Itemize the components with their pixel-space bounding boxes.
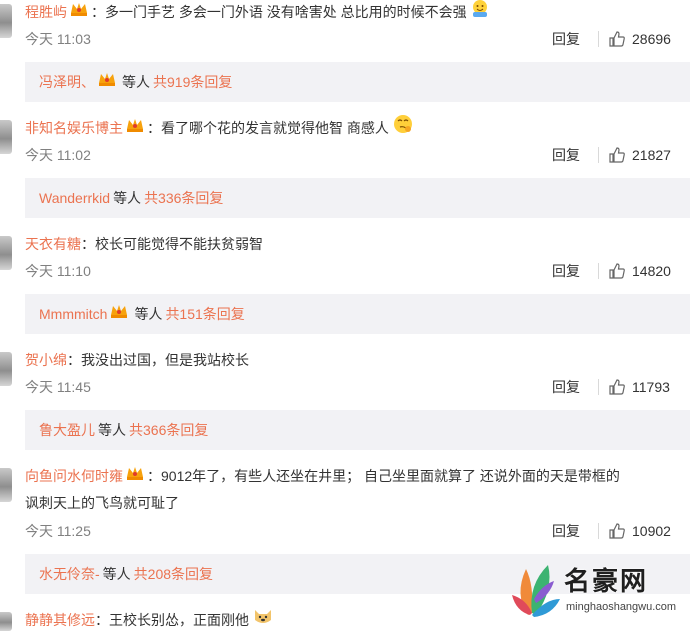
divider <box>598 379 599 395</box>
reply-username[interactable]: Wanderrkid <box>39 190 110 206</box>
hug-emoji-icon <box>470 0 490 25</box>
comment-time: 今天 11:10 <box>25 263 91 279</box>
thinking-emoji-icon <box>392 113 414 142</box>
reply-thread[interactable]: Mmmmitch 等人 共151条回复 <box>25 294 690 334</box>
comment-username[interactable]: 天衣有糖 <box>25 236 81 252</box>
vip-badge-icon <box>97 62 117 102</box>
divider <box>598 31 599 47</box>
vip-badge-icon <box>109 294 129 334</box>
comment-line: 程胜屿 ：多一门手艺 多会一门外语 没有啥害处 总比用的时候不会强 <box>25 0 490 24</box>
comment-username[interactable]: 贺小绵 <box>25 352 67 368</box>
comment-username[interactable]: 非知名娱乐博主 <box>25 120 123 136</box>
like-count: 28696 <box>632 31 671 47</box>
comment-text-line2: 讽刺天上的飞鸟就可耻了 <box>25 495 179 511</box>
reply-count-link[interactable]: 共151条回复 <box>165 306 244 322</box>
watermark-name: 名豪网 <box>564 566 649 596</box>
reply-button[interactable]: 回复 <box>552 520 580 542</box>
reply-count-link[interactable]: 共336条回复 <box>144 190 223 206</box>
divider <box>598 147 599 163</box>
like-button[interactable]: 21827 <box>608 144 671 166</box>
reply-etc: 等人 <box>102 566 131 582</box>
watermark-url: minghaoshangwu.com <box>566 601 677 613</box>
comment-text: ：看了哪个花的发言就觉得他智 商感人 <box>147 120 389 136</box>
like-button[interactable]: 14820 <box>608 260 671 282</box>
like-button[interactable]: 10902 <box>608 520 671 542</box>
like-count: 10902 <box>632 523 671 539</box>
comment-time: 今天 11:25 <box>25 523 91 539</box>
comment-time: 今天 11:02 <box>25 147 91 163</box>
avatar[interactable] <box>0 120 12 154</box>
comment-line: 向鱼问水何时雍 ：9012年了，有些人还坐在井里； 自己坐里面就算了 还说外面的天… <box>25 464 620 488</box>
reply-etc: 等人 <box>113 190 142 206</box>
reply-button[interactable]: 回复 <box>552 144 580 166</box>
doge-emoji-icon <box>252 606 274 633</box>
reply-thread[interactable]: 鲁大盈儿 等人 共366条回复 <box>25 410 690 450</box>
avatar[interactable] <box>0 236 12 270</box>
avatar[interactable] <box>0 352 12 386</box>
divider <box>598 263 599 279</box>
reply-etc: 等人 <box>98 422 126 438</box>
comment-text: ：多一门手艺 多会一门外语 没有啥害处 总比用的时候不会强 <box>91 4 467 20</box>
reply-username[interactable]: Mmmmitch <box>39 306 107 322</box>
vip-badge-icon <box>125 116 145 140</box>
thumbs-up-icon <box>609 147 625 163</box>
like-count: 14820 <box>632 263 671 279</box>
vip-badge-icon <box>125 464 145 488</box>
reply-button[interactable]: 回复 <box>552 376 580 398</box>
comment-text-continued: 讽刺天上的飞鸟就可耻了 <box>25 491 179 515</box>
thumbs-up-icon <box>609 263 625 279</box>
avatar[interactable] <box>0 4 12 38</box>
reply-count-link[interactable]: 共366条回复 <box>129 422 208 438</box>
thumbs-up-icon <box>609 379 625 395</box>
thumbs-up-icon <box>609 523 625 539</box>
comment-text: ：9012年了，有些人还坐在井里； 自己坐里面就算了 还说外面的天是带框的 <box>147 468 620 484</box>
reply-username[interactable]: 冯泽明、 <box>39 74 95 90</box>
reply-etc: 等人 <box>134 306 163 322</box>
vip-badge-icon <box>69 0 89 24</box>
site-watermark: 名豪网 minghaoshangwu.com <box>508 553 690 627</box>
like-count: 21827 <box>632 147 671 163</box>
reply-thread[interactable]: Wanderrkid 等人 共336条回复 <box>25 178 690 218</box>
comment-text: ：我没出过国，但是我站校长 <box>67 352 249 368</box>
comment-time: 今天 11:45 <box>25 379 91 395</box>
comment-line: 非知名娱乐博主 ：看了哪个花的发言就觉得他智 商感人 <box>25 113 414 142</box>
comment-line: 天衣有糖：校长可能觉得不能扶贫弱智 <box>25 232 263 256</box>
comment-line: 贺小绵：我没出过国，但是我站校长 <box>25 348 249 372</box>
like-button[interactable]: 11793 <box>608 376 670 398</box>
thumbs-up-icon <box>609 31 625 47</box>
reply-username[interactable]: 鲁大盈儿 <box>39 422 95 438</box>
reply-button[interactable]: 回复 <box>552 260 580 282</box>
comment-time: 今天 11:03 <box>25 31 91 47</box>
avatar[interactable] <box>0 612 12 631</box>
reply-count-link[interactable]: 共208条回复 <box>134 566 213 582</box>
leaf-logo-icon <box>512 565 560 617</box>
divider <box>598 523 599 539</box>
reply-etc: 等人 <box>122 74 150 90</box>
comment-text: ：王校长别怂，正面刚他 <box>95 612 249 628</box>
like-button[interactable]: 28696 <box>608 28 671 50</box>
comment-username[interactable]: 静静其修远 <box>25 612 95 628</box>
avatar[interactable] <box>0 468 12 502</box>
comment-line: 静静其修远：王校长别怂，正面刚他 <box>25 608 274 632</box>
reply-count-link[interactable]: 共919条回复 <box>153 74 232 90</box>
like-count: 11793 <box>632 379 670 395</box>
comment-text: ：校长可能觉得不能扶贫弱智 <box>81 236 263 252</box>
reply-thread[interactable]: 冯泽明、 等人 共919条回复 <box>25 62 690 102</box>
reply-button[interactable]: 回复 <box>552 28 580 50</box>
reply-username[interactable]: 水无伶奈- <box>39 566 100 582</box>
comment-username[interactable]: 程胜屿 <box>25 4 67 20</box>
comment-username[interactable]: 向鱼问水何时雍 <box>25 468 123 484</box>
